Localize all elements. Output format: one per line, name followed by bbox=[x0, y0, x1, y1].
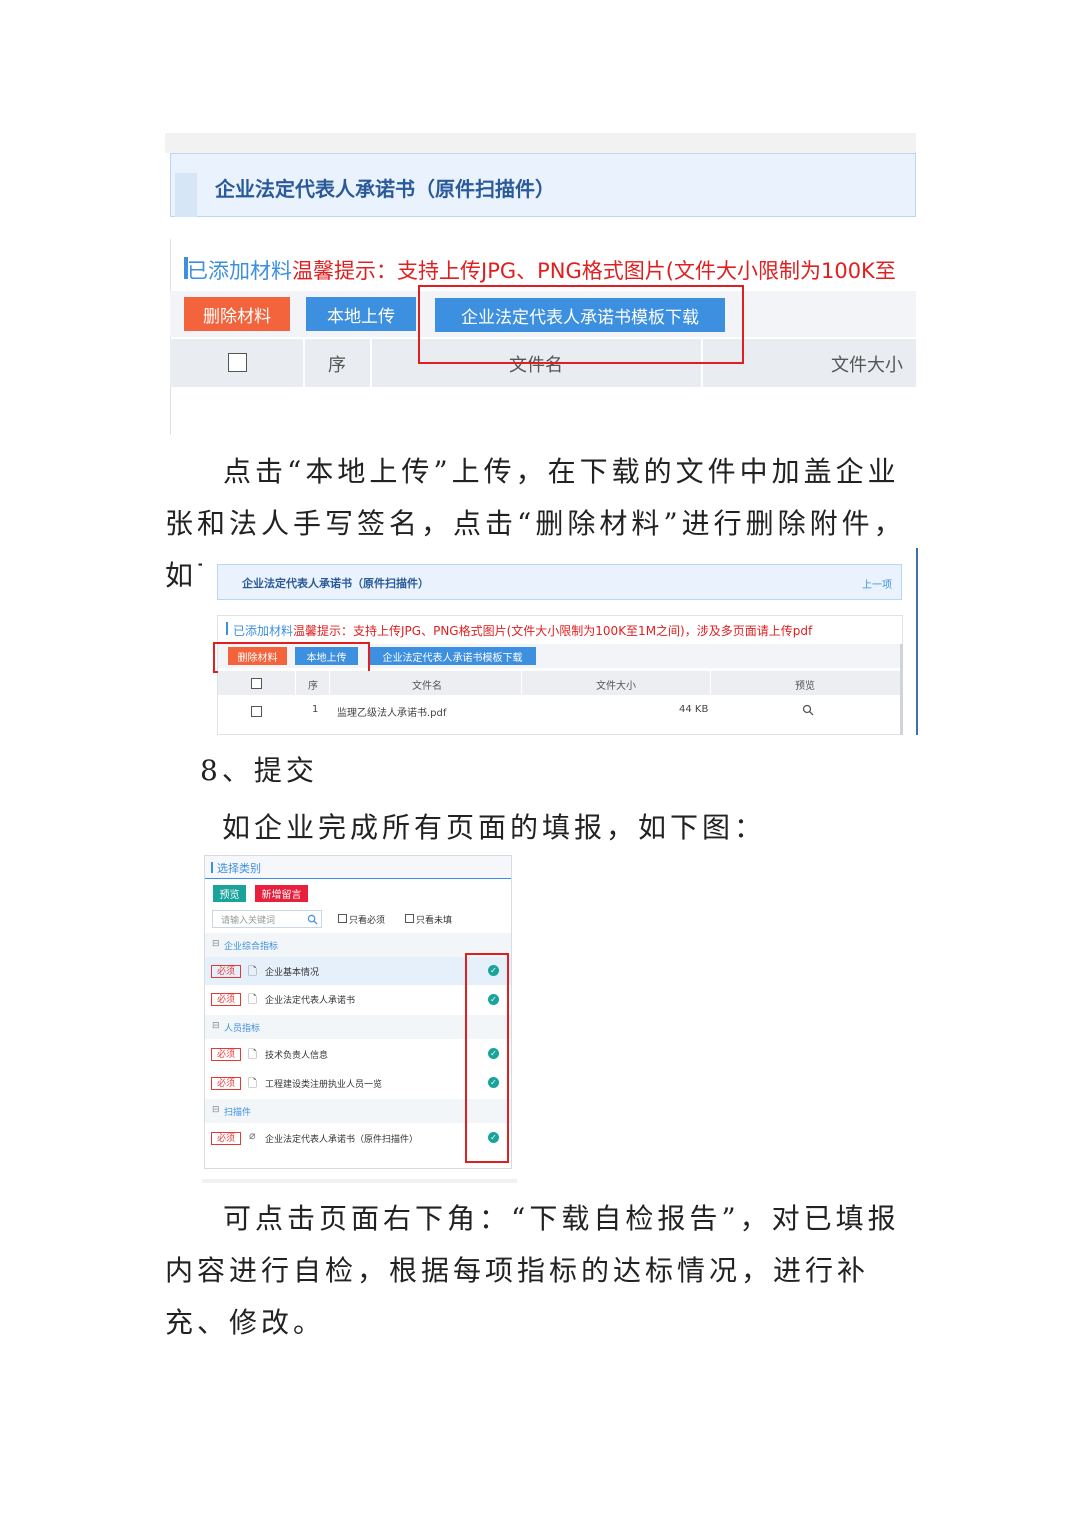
search-icon[interactable] bbox=[802, 704, 814, 716]
only-unfilled-label: 只看未填 bbox=[416, 916, 453, 926]
collapse-icon[interactable]: ⊟ bbox=[212, 1105, 220, 1115]
item-label: 企业法定代表人承诺书（原件扫描件） bbox=[265, 1135, 419, 1145]
added-label: 已添加材料 bbox=[187, 259, 292, 283]
section-heading: 8、提交 bbox=[200, 754, 318, 787]
screenshot-uploaded-file: 企业法定代表人承诺书（原件扫描件） 上一项 已添加材料温馨提示：支持上传JPG、… bbox=[202, 548, 920, 735]
item-label: 企业法定代表人承诺书 bbox=[265, 996, 356, 1006]
delete-material-button[interactable]: 删除材料 bbox=[184, 297, 290, 331]
document-icon: 🗋 bbox=[248, 1048, 257, 1061]
item-label: 工程建设类注册执业人员一览 bbox=[265, 1080, 383, 1090]
group-label: 人员指标 bbox=[224, 1024, 261, 1034]
paragraph-completion: 如企业完成所有页面的填报，如下图： bbox=[222, 811, 767, 844]
preview-button[interactable]: 预览 bbox=[213, 885, 246, 902]
group-label: 扫描件 bbox=[224, 1108, 252, 1118]
added-label: 已添加材料 bbox=[233, 624, 294, 638]
only-required-label: 只看必须 bbox=[349, 916, 386, 926]
item-label: 技术负责人信息 bbox=[265, 1051, 329, 1061]
upload-notice: 已添加材料温馨提示：支持上传JPG、PNG格式图片(文件大小限制为100K至1M… bbox=[233, 622, 812, 639]
new-message-button[interactable]: 新增留言 bbox=[255, 885, 308, 902]
group-label: 企业综合指标 bbox=[224, 942, 279, 952]
upload-notice: 已添加材料温馨提示：支持上传JPG、PNG格式图片(文件大小限制为100K至 bbox=[187, 255, 896, 285]
row-seq: 1 bbox=[312, 704, 319, 715]
required-tag: 必须 bbox=[211, 1048, 241, 1061]
document-icon: 🗋 bbox=[248, 1077, 257, 1090]
required-tag: 必须 bbox=[211, 1132, 241, 1145]
collapse-icon[interactable]: ⊟ bbox=[212, 1021, 220, 1031]
col-seq: 序 bbox=[308, 681, 318, 692]
screenshot-category-tree: 选择类别 预览 新增留言 请输入关键词 只看必须 只看未填 ⊟ 企业综合指标 必… bbox=[202, 853, 517, 1183]
search-input[interactable]: 请输入关键词 bbox=[212, 910, 322, 928]
section-title: 企业法定代表人承诺书（原件扫描件） bbox=[242, 577, 429, 590]
document-icon: 🗋 bbox=[248, 993, 257, 1006]
required-tag: 必须 bbox=[211, 993, 241, 1006]
paperclip-icon: ⌀ bbox=[249, 1129, 256, 1142]
select-all-checkbox[interactable] bbox=[228, 353, 247, 372]
col-preview: 预览 bbox=[795, 681, 815, 692]
template-download-button[interactable]: 企业法定代表人承诺书模板下载 bbox=[369, 647, 536, 665]
col-filesize: 文件大小 bbox=[831, 355, 903, 376]
section-title: 企业法定代表人承诺书（原件扫描件） bbox=[215, 177, 555, 201]
document-icon: 🗋 bbox=[248, 965, 257, 978]
format-tip: 温馨提示：支持上传JPG、PNG格式图片(文件大小限制为100K至 bbox=[292, 259, 896, 283]
paragraph-self-check: 可点击页面右下角：“下载自检报告”，对已填报内容进行自检，根据每项指标的达标情况… bbox=[165, 1202, 900, 1339]
screenshot-upload-panel: 企业法定代表人承诺书（原件扫描件） 已添加材料温馨提示：支持上传JPG、PNG格… bbox=[165, 133, 916, 435]
col-filesize: 文件大小 bbox=[596, 681, 636, 692]
table-row: 1 监理乙级法人承诺书.pdf 44 KB bbox=[218, 698, 902, 724]
highlight-status-column bbox=[465, 953, 509, 1163]
row-filename[interactable]: 监理乙级法人承诺书.pdf bbox=[337, 704, 446, 719]
local-upload-button[interactable]: 本地上传 bbox=[306, 297, 416, 331]
panel-title: 选择类别 bbox=[217, 862, 261, 875]
required-tag: 必须 bbox=[211, 965, 241, 978]
collapse-icon[interactable]: ⊟ bbox=[212, 939, 220, 949]
col-filename: 文件名 bbox=[412, 681, 442, 692]
format-tip: 温馨提示：支持上传JPG、PNG格式图片(文件大小限制为100K至1M之间)，涉… bbox=[293, 624, 813, 638]
item-label: 企业基本情况 bbox=[265, 968, 320, 978]
select-all-checkbox[interactable] bbox=[251, 678, 262, 689]
required-tag: 必须 bbox=[211, 1077, 241, 1090]
row-filesize: 44 KB bbox=[679, 704, 709, 715]
only-unfilled-checkbox[interactable] bbox=[405, 914, 414, 923]
row-checkbox[interactable] bbox=[251, 706, 262, 717]
search-icon[interactable] bbox=[307, 914, 318, 925]
highlight-template-button bbox=[418, 285, 744, 364]
search-placeholder: 请输入关键词 bbox=[221, 916, 276, 926]
prev-item-link[interactable]: 上一项 bbox=[862, 576, 892, 591]
col-seq: 序 bbox=[328, 355, 346, 376]
only-required-checkbox[interactable] bbox=[338, 914, 347, 923]
highlight-delete-upload bbox=[213, 642, 370, 673]
